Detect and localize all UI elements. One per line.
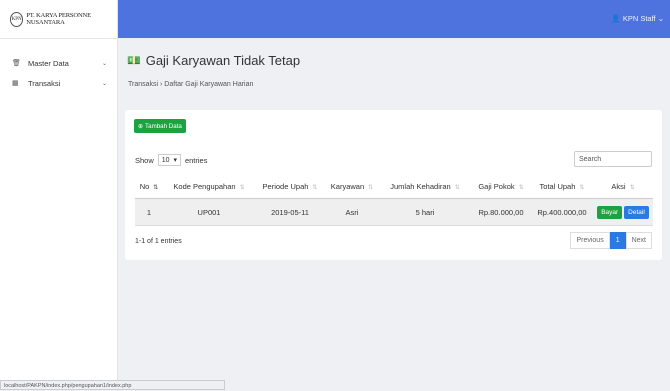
brand-name: PT. KARYA PERSONNE NUSANTARA (26, 12, 91, 26)
column-header-kode[interactable]: Kode Pengupahan ⇅ (163, 174, 255, 199)
column-header-aksi[interactable]: Aksi ⇅ (593, 174, 653, 199)
trash-icon: 🗑 (12, 60, 21, 67)
header-label: No (139, 181, 150, 191)
cell-periode: 2019-05-11 (255, 198, 325, 226)
salary-table: No ⇅ Kode Pengupahan ⇅ Periode Upah ⇅ Karya… (135, 174, 653, 226)
column-header-karyawan[interactable]: Karyawan ⇅ (325, 174, 379, 199)
search-input[interactable]: Search (574, 151, 652, 167)
next-button[interactable]: Next (625, 232, 652, 249)
sidebar-item-master-data[interactable]: 🗑 Master Data ⌄ (0, 53, 117, 73)
add-data-button[interactable]: ⊕ Tambah Data (134, 119, 186, 133)
column-header-periode[interactable]: Periode Upah ⇅ (255, 174, 325, 199)
table-row: 1 UP001 2019-05-11 Asri 5 hari Rp.80.000… (135, 198, 653, 226)
column-header-kehadiran[interactable]: Jumlah Kehadiran ⇅ (379, 174, 471, 199)
sort-icon: ⇅ (629, 184, 635, 191)
sidebar-item-label: Transaksi (28, 78, 61, 88)
header-label: Karyawan (330, 181, 365, 191)
data-card: ⊕ Tambah Data Show 10 ▾ entries Search N… (125, 110, 662, 260)
table-icon: ▦ (12, 80, 19, 87)
sort-icon: ⇅ (579, 184, 585, 191)
cell-no: 1 (135, 198, 163, 226)
entries-control: Show 10 ▾ entries (135, 154, 207, 166)
sidebar-item-transaksi[interactable]: ▦ Transaksi ⌄ (0, 73, 117, 93)
cell-aksi: Bayar Detail (593, 198, 653, 226)
cell-gaji: Rp.80.000,00 (471, 198, 531, 226)
sidebar: KPN PT. KARYA PERSONNE NUSANTARA 🗑 Maste… (0, 0, 118, 390)
header-label: Total Upah (539, 181, 576, 191)
cell-kehadiran: 5 hari (379, 198, 471, 226)
cell-karyawan: Asri (325, 198, 379, 226)
column-header-gaji[interactable]: Gaji Pokok ⇅ (471, 174, 531, 199)
header-label: Aksi (611, 181, 626, 191)
entries-info: 1-1 of 1 entries (135, 238, 182, 245)
dropdown-arrow-icon: ▾ (173, 157, 177, 164)
chevron-down-icon: ⌄ (657, 14, 664, 23)
plus-icon: ⊕ (138, 123, 144, 130)
topbar: 👤 KPN Staff ⌄ (118, 0, 670, 38)
company-logo: KPN (10, 11, 24, 27)
page-title: 💵 Gaji Karyawan Tidak Tetap (127, 53, 300, 68)
pagination: Previous 1 Next (570, 232, 652, 249)
column-header-no[interactable]: No ⇅ (135, 174, 163, 199)
header-label: Jumlah Kehadiran (390, 181, 451, 191)
sort-icon: ⇅ (368, 184, 374, 191)
bayar-button[interactable]: Bayar (597, 205, 623, 219)
entries-select[interactable]: 10 ▾ (157, 154, 181, 166)
page-title-text: Gaji Karyawan Tidak Tetap (145, 53, 301, 68)
sort-icon: ⇅ (239, 184, 245, 191)
column-header-total[interactable]: Total Upah ⇅ (531, 174, 593, 199)
previous-button[interactable]: Previous (570, 232, 610, 249)
detail-button[interactable]: Detail (624, 205, 649, 219)
breadcrumb: Transaksi › Daftar Gaji Karyawan Harian (128, 81, 254, 88)
sidebar-item-label: Master Data (28, 58, 69, 68)
entries-value: 10 (161, 156, 170, 164)
user-icon: 👤 (611, 14, 621, 23)
cell-total: Rp.400.000,00 (531, 198, 593, 226)
user-menu[interactable]: 👤 KPN Staff ⌄ (611, 14, 664, 23)
cell-kode: UP001 (163, 198, 255, 226)
brand[interactable]: KPN PT. KARYA PERSONNE NUSANTARA (0, 0, 117, 39)
sort-icon: ⇅ (454, 184, 460, 191)
sort-icon: ⇅ (518, 184, 524, 191)
page-1-button[interactable]: 1 (609, 232, 626, 249)
main-content: 💵 Gaji Karyawan Tidak Tetap Transaksi › … (118, 38, 670, 390)
header-label: Kode Pengupahan (173, 181, 236, 191)
money-icon: 💵 (127, 55, 141, 67)
sort-icon: ⇅ (153, 184, 159, 191)
add-data-label: Tambah Data (145, 122, 182, 130)
chevron-down-icon: ⌄ (101, 80, 107, 87)
status-bar-url: localhost/PAKPN/index.php/pengupahan1/in… (0, 380, 225, 390)
show-label: Show (135, 155, 154, 165)
header-label: Gaji Pokok (478, 181, 515, 191)
header-label: Periode Upah (262, 181, 309, 191)
entries-label: entries (184, 155, 208, 165)
user-name: KPN Staff (622, 14, 656, 23)
chevron-down-icon: ⌄ (101, 60, 107, 67)
sort-icon: ⇅ (312, 184, 318, 191)
